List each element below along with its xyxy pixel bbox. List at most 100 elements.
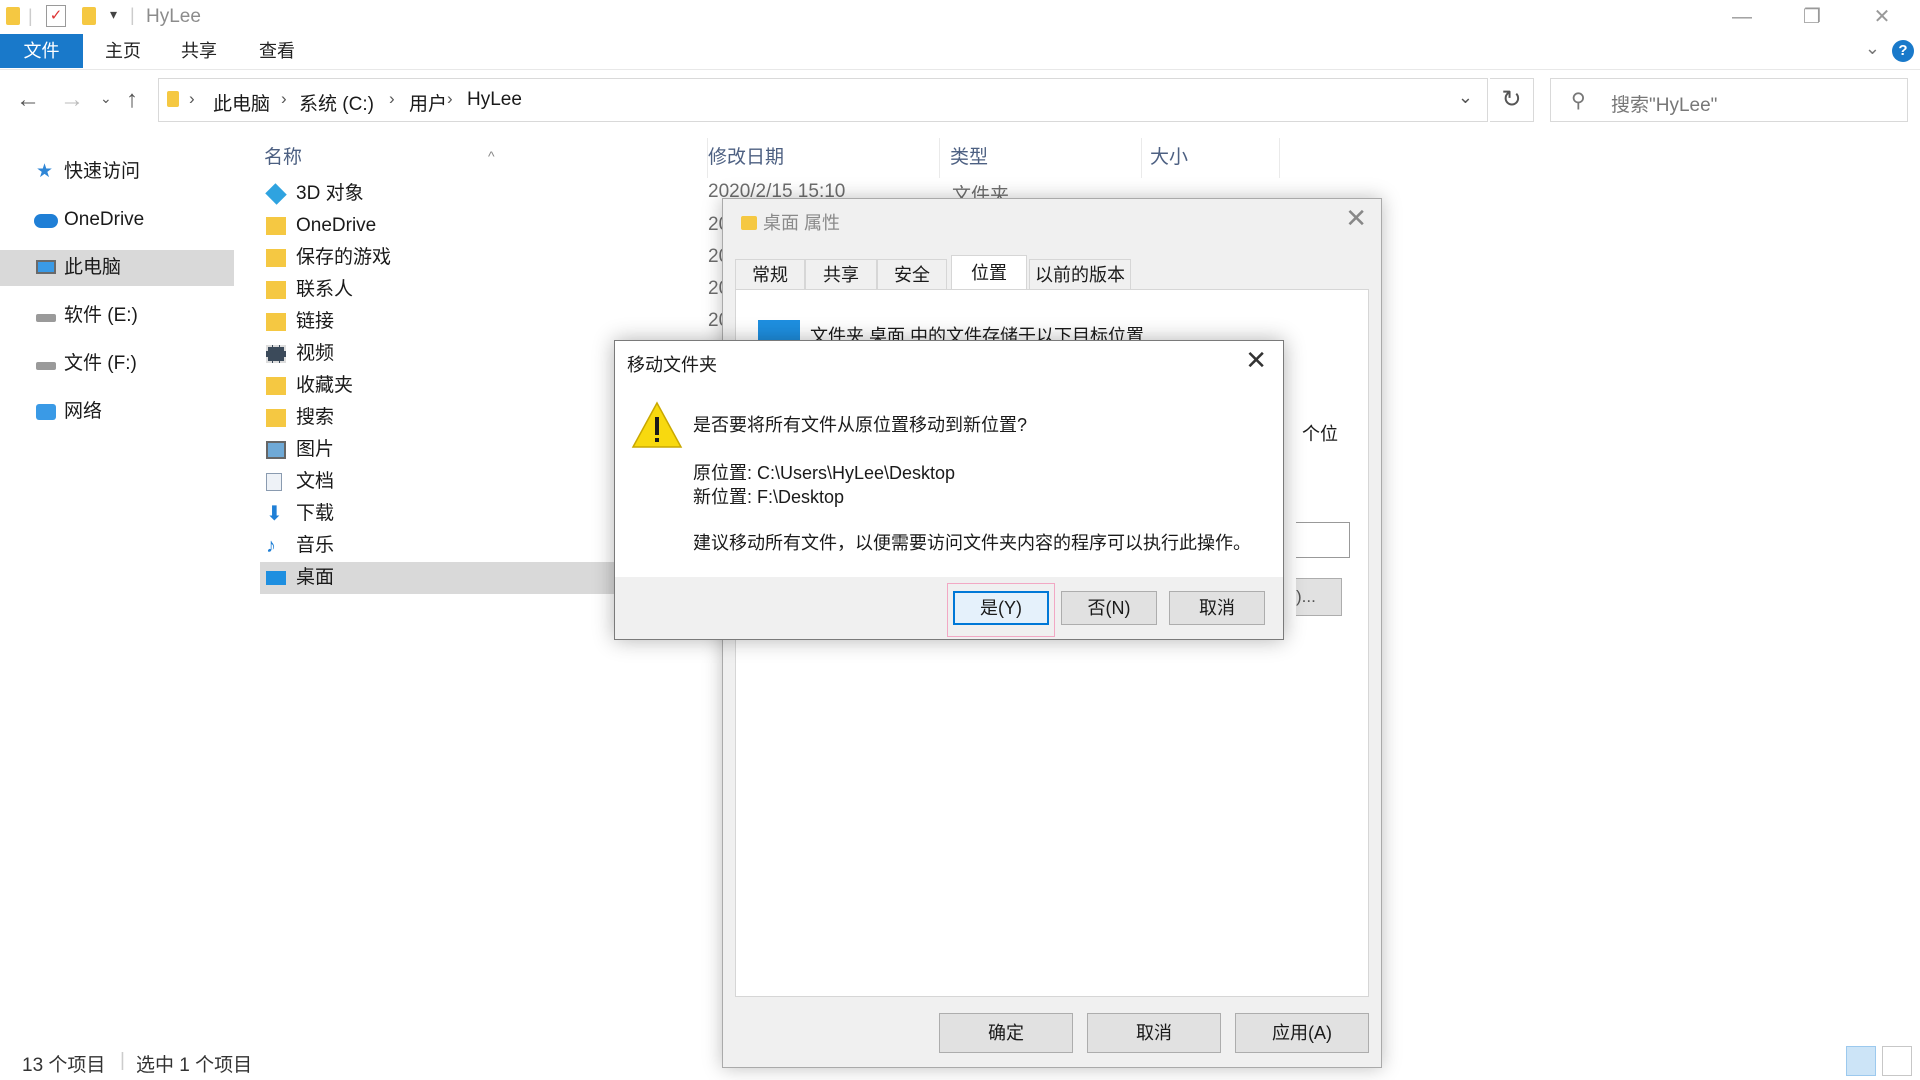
tab-view[interactable]: 查看 xyxy=(246,34,308,68)
download-icon: ⬇ xyxy=(266,503,283,525)
status-divider: | xyxy=(120,1050,125,1071)
tab-previous-versions[interactable]: 以前的版本 xyxy=(1029,259,1131,289)
breadcrumb-users[interactable]: 用户 xyxy=(409,89,447,116)
sidebar-item-drive-f[interactable]: 文件 (F:) xyxy=(0,346,234,382)
location-path-input[interactable] xyxy=(1296,522,1350,558)
search-folder-icon xyxy=(266,409,286,427)
drive-icon xyxy=(36,314,56,322)
search-icon: ⚲ xyxy=(1571,90,1586,112)
up-icon[interactable]: ↑ xyxy=(126,86,138,114)
dialog-title: 移动文件夹 xyxy=(627,355,717,375)
list-item-label: 音乐 xyxy=(296,535,335,556)
drive-icon xyxy=(36,362,56,370)
navigation-bar: ← → ⌄ ↑ › 此电脑 › 系统 (C:) › 用户 › HyLee ⌄ ↻… xyxy=(0,72,1920,128)
cancel-button[interactable]: 取消 xyxy=(1169,591,1265,625)
large-icons-view-button[interactable] xyxy=(1882,1046,1912,1076)
properties-check-icon[interactable]: ✓ xyxy=(46,5,66,27)
sidebar-item-this-pc[interactable]: 此电脑 xyxy=(0,250,234,286)
properties-dialog-title: 桌面 属性 xyxy=(741,209,840,235)
move-folder-dialog: 移动文件夹 ✕ 是否要将所有文件从原位置移动到新位置? 原位置: C:\User… xyxy=(614,340,1284,640)
links-icon xyxy=(266,313,286,331)
folder-icon xyxy=(6,7,20,30)
sidebar-item-network[interactable]: 网络 xyxy=(0,394,234,430)
sort-ascending-icon: ^ xyxy=(488,148,495,164)
apply-button[interactable]: 应用(A) xyxy=(1235,1013,1369,1053)
list-item-label: 保存的游戏 xyxy=(296,247,392,268)
saved-games-icon xyxy=(266,249,286,267)
sidebar-item-onedrive[interactable]: OneDrive xyxy=(0,202,234,238)
warning-icon xyxy=(631,401,683,448)
tab-location[interactable]: 位置 xyxy=(951,255,1027,291)
move-advice: 建议移动所有文件，以便需要访问文件夹内容的程序可以执行此操作。 xyxy=(693,533,1251,553)
tab-sharing[interactable]: 共享 xyxy=(805,259,877,289)
tab-file[interactable]: 文件 xyxy=(0,34,83,68)
title-divider: | xyxy=(130,5,135,25)
list-item-label: OneDrive xyxy=(296,215,377,236)
sidebar-item-label: 网络 xyxy=(64,401,103,422)
restore-button[interactable]: ❐ xyxy=(1782,2,1842,32)
location-folder-icon xyxy=(167,91,179,112)
cube-icon xyxy=(265,183,287,205)
close-button[interactable]: ✕ xyxy=(1852,2,1912,32)
old-location: 原位置: C:\Users\HyLee\Desktop xyxy=(693,463,956,483)
back-icon[interactable]: ← xyxy=(16,86,40,114)
breadcrumb-separator[interactable]: › xyxy=(281,89,287,109)
location-description-continued: 个位 xyxy=(1302,424,1338,444)
refresh-button[interactable]: ↻ xyxy=(1490,78,1534,122)
column-header-size[interactable]: 大小 xyxy=(1142,138,1280,178)
column-label: 名称 xyxy=(264,147,303,168)
tab-security[interactable]: 安全 xyxy=(877,259,947,289)
navigation-pane: ★ 快速访问 OneDrive 此电脑 软件 (E:) 文件 (F:) 网络 xyxy=(0,128,236,1040)
sidebar-item-label: OneDrive xyxy=(64,209,145,230)
onedrive-folder-icon xyxy=(266,217,286,235)
list-item-label: 下载 xyxy=(296,503,335,524)
column-header-date[interactable]: 修改日期 xyxy=(700,138,940,178)
ok-button[interactable]: 确定 xyxy=(939,1013,1073,1053)
expand-ribbon-icon[interactable]: ⌄ xyxy=(1865,38,1880,59)
column-header-type[interactable]: 类型 xyxy=(942,138,1142,178)
close-icon[interactable]: ✕ xyxy=(1245,345,1267,376)
breadcrumb-this-pc[interactable]: 此电脑 xyxy=(213,89,270,116)
cancel-button[interactable]: 取消 xyxy=(1087,1013,1221,1053)
new-folder-icon[interactable] xyxy=(82,7,96,30)
cloud-icon xyxy=(34,214,58,228)
help-icon[interactable]: ? xyxy=(1892,40,1914,62)
breadcrumb-separator[interactable]: › xyxy=(389,89,395,109)
tab-home[interactable]: 主页 xyxy=(92,34,154,68)
address-bar[interactable]: › 此电脑 › 系统 (C:) › 用户 › HyLee ⌄ xyxy=(158,78,1488,122)
yes-button[interactable]: 是(Y) xyxy=(953,591,1049,625)
breadcrumb-separator[interactable]: › xyxy=(189,89,195,109)
dialog-title-text: 桌面 属性 xyxy=(763,213,841,233)
no-button[interactable]: 否(N) xyxy=(1061,591,1157,625)
recent-locations-icon[interactable]: ⌄ xyxy=(100,90,112,107)
tab-share[interactable]: 共享 xyxy=(168,34,230,68)
new-location: 新位置: F:\Desktop xyxy=(693,487,845,507)
list-item-label: 联系人 xyxy=(296,279,354,300)
search-box[interactable]: ⚲ 搜索"HyLee" xyxy=(1550,78,1908,122)
move-button[interactable]: )... xyxy=(1296,578,1342,616)
star-icon: ★ xyxy=(36,161,54,182)
tab-general[interactable]: 常规 xyxy=(735,259,805,289)
close-icon[interactable]: ✕ xyxy=(1345,203,1367,234)
sidebar-item-drive-e[interactable]: 软件 (E:) xyxy=(0,298,234,334)
list-item-label: 搜索 xyxy=(296,407,335,428)
customize-toolbar-icon[interactable]: ▾ xyxy=(110,6,117,23)
sidebar-item-label: 文件 (F:) xyxy=(64,353,137,374)
item-count: 13 个项目 xyxy=(22,1055,106,1076)
details-view-button[interactable] xyxy=(1846,1046,1876,1076)
breadcrumb-separator[interactable]: › xyxy=(447,89,453,109)
minimize-button[interactable]: — xyxy=(1712,2,1772,32)
sidebar-item-label: 软件 (E:) xyxy=(64,305,138,326)
breadcrumb-drive-c[interactable]: 系统 (C:) xyxy=(299,89,374,116)
address-dropdown-icon[interactable]: ⌄ xyxy=(1458,87,1473,108)
sidebar-item-label: 此电脑 xyxy=(64,257,122,278)
breadcrumb-hylee[interactable]: HyLee xyxy=(467,89,522,111)
sidebar-item-quick-access[interactable]: ★ 快速访问 xyxy=(0,154,234,190)
search-placeholder: 搜索"HyLee" xyxy=(1611,95,1718,116)
move-question: 是否要将所有文件从原位置移动到新位置? xyxy=(693,415,1028,435)
list-item-label: 图片 xyxy=(296,439,335,460)
column-header-name[interactable]: 名称 ^ xyxy=(256,138,708,178)
music-icon: ♪ xyxy=(266,535,276,557)
list-item-label: 链接 xyxy=(296,311,335,332)
forward-icon[interactable]: → xyxy=(60,86,84,114)
